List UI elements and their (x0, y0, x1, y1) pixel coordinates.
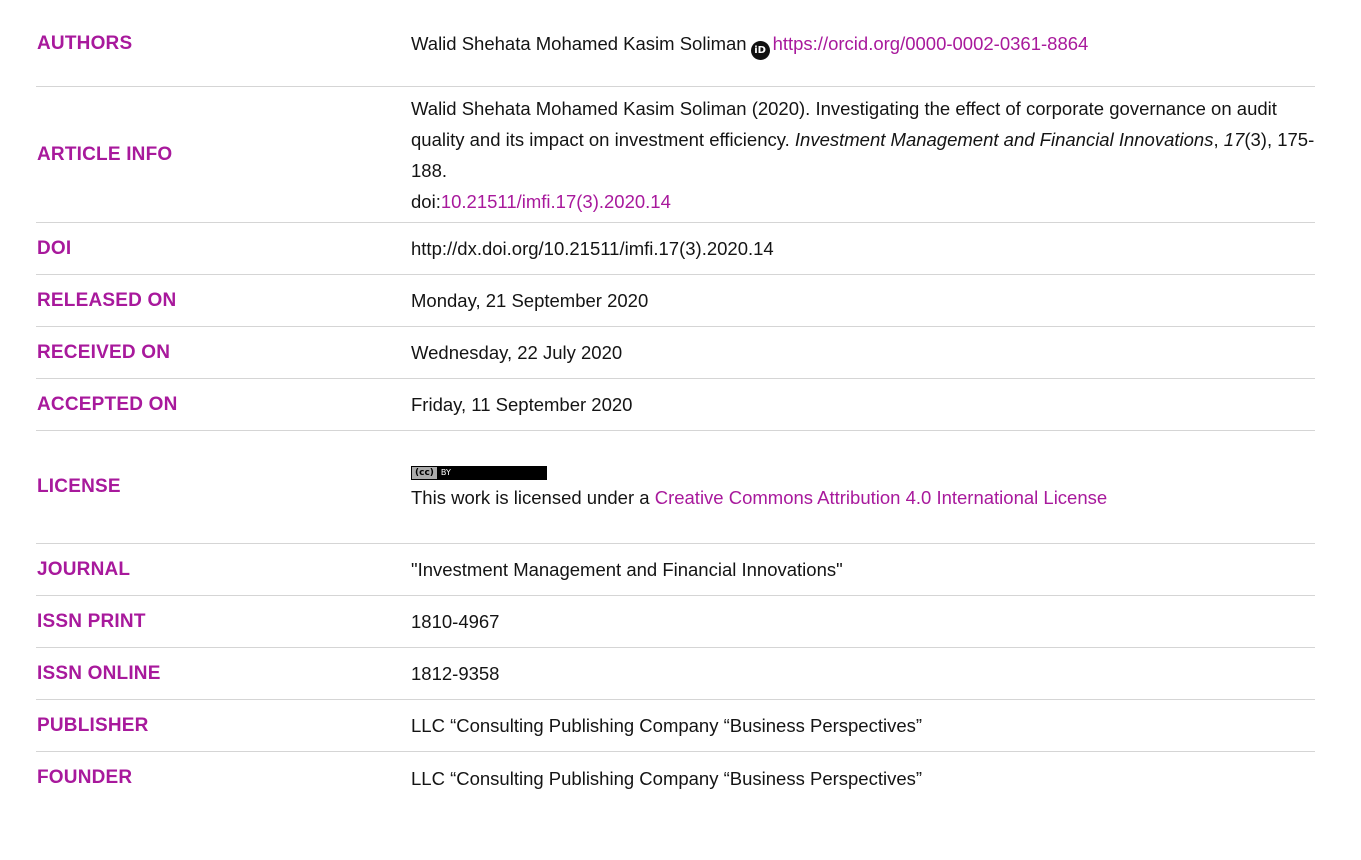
issn-online-label: ISSN ONLINE (37, 662, 161, 684)
article-metadata-sheet: AUTHORS Walid Shehata Mohamed Kasim Soli… (0, 0, 1361, 860)
publisher-label: PUBLISHER (37, 714, 149, 736)
citation-doi-prefix: doi: (411, 190, 441, 212)
released-on-value: Monday, 21 September 2020 (411, 290, 649, 311)
row-released-on: RELEASED ON Monday, 21 September 2020 (36, 275, 1315, 327)
founder-value: LLC “Consulting Publishing Company “Busi… (411, 767, 923, 789)
founder-label: FOUNDER (37, 767, 133, 788)
orcid-link[interactable]: https://orcid.org/0000-0002-0361-8864 (773, 33, 1089, 54)
row-license: LICENSE (cc) BY This work is licensed un… (36, 431, 1315, 544)
issn-print-label: ISSN PRINT (37, 610, 146, 632)
citation-sep: , (1213, 128, 1224, 150)
row-accepted-on: ACCEPTED ON Friday, 11 September 2020 (36, 379, 1315, 431)
row-issn-online: ISSN ONLINE 1812-9358 (36, 648, 1315, 700)
license-value: (cc) BY This work is licensed under a Cr… (411, 462, 1315, 513)
author-name: Walid Shehata Mohamed Kasim Soliman (411, 33, 747, 54)
cc-badge-left: (cc) (412, 466, 437, 479)
authors-value: Walid Shehata Mohamed Kasim Soliman iD htt… (411, 28, 1315, 60)
license-text-prefix: This work is licensed under a (411, 486, 655, 508)
cc-badge-right: BY (440, 467, 451, 477)
citation-volume: 17 (1223, 128, 1245, 150)
publisher-value: LLC “Consulting Publishing Company “Busi… (411, 715, 923, 736)
journal-value: "Investment Management and Financial Inn… (411, 559, 843, 580)
row-received-on: RECEIVED ON Wednesday, 22 July 2020 (36, 327, 1315, 379)
row-article-info: ARTICLE INFO Walid Shehata Mohamed Kasim… (36, 87, 1315, 223)
orcid-icon[interactable]: iD (750, 41, 770, 60)
row-authors: AUTHORS Walid Shehata Mohamed Kasim Soli… (36, 0, 1315, 87)
citation-doi-link[interactable]: 10.21511/imfi.17(3).2020.14 (441, 191, 671, 212)
citation-journal: Investment Management and Financial Inno… (794, 128, 1214, 150)
row-founder: FOUNDER LLC “Consulting Publishing Compa… (36, 752, 1315, 804)
row-publisher: PUBLISHER LLC “Consulting Publishing Com… (36, 700, 1315, 752)
accepted-on-value: Friday, 11 September 2020 (411, 394, 633, 415)
doi-label: DOI (37, 237, 72, 259)
released-on-label: RELEASED ON (37, 289, 177, 311)
row-doi: DOI http://dx.doi.org/10.21511/imfi.17(3… (36, 223, 1315, 275)
issn-online-value: 1812-9358 (411, 663, 500, 684)
row-issn-print: ISSN PRINT 1810-4967 (36, 596, 1315, 648)
authors-label: AUTHORS (37, 33, 133, 54)
issn-print-value: 1810-4967 (411, 611, 500, 632)
article-info-value: Walid Shehata Mohamed Kasim Soliman (202… (411, 93, 1315, 217)
row-journal: JOURNAL "Investment Management and Finan… (36, 544, 1315, 596)
journal-label: JOURNAL (37, 558, 131, 580)
accepted-on-label: ACCEPTED ON (37, 393, 178, 415)
article-info-label: ARTICLE INFO (37, 143, 173, 165)
received-on-value: Wednesday, 22 July 2020 (411, 342, 623, 363)
license-label: LICENSE (37, 476, 121, 497)
received-on-label: RECEIVED ON (37, 341, 171, 363)
license-link[interactable]: Creative Commons Attribution 4.0 Interna… (655, 487, 1107, 508)
cc-by-badge[interactable]: (cc) BY (411, 465, 547, 480)
cc-badge-line: (cc) BY (411, 462, 1315, 482)
doi-value: http://dx.doi.org/10.21511/imfi.17(3).20… (411, 238, 774, 259)
